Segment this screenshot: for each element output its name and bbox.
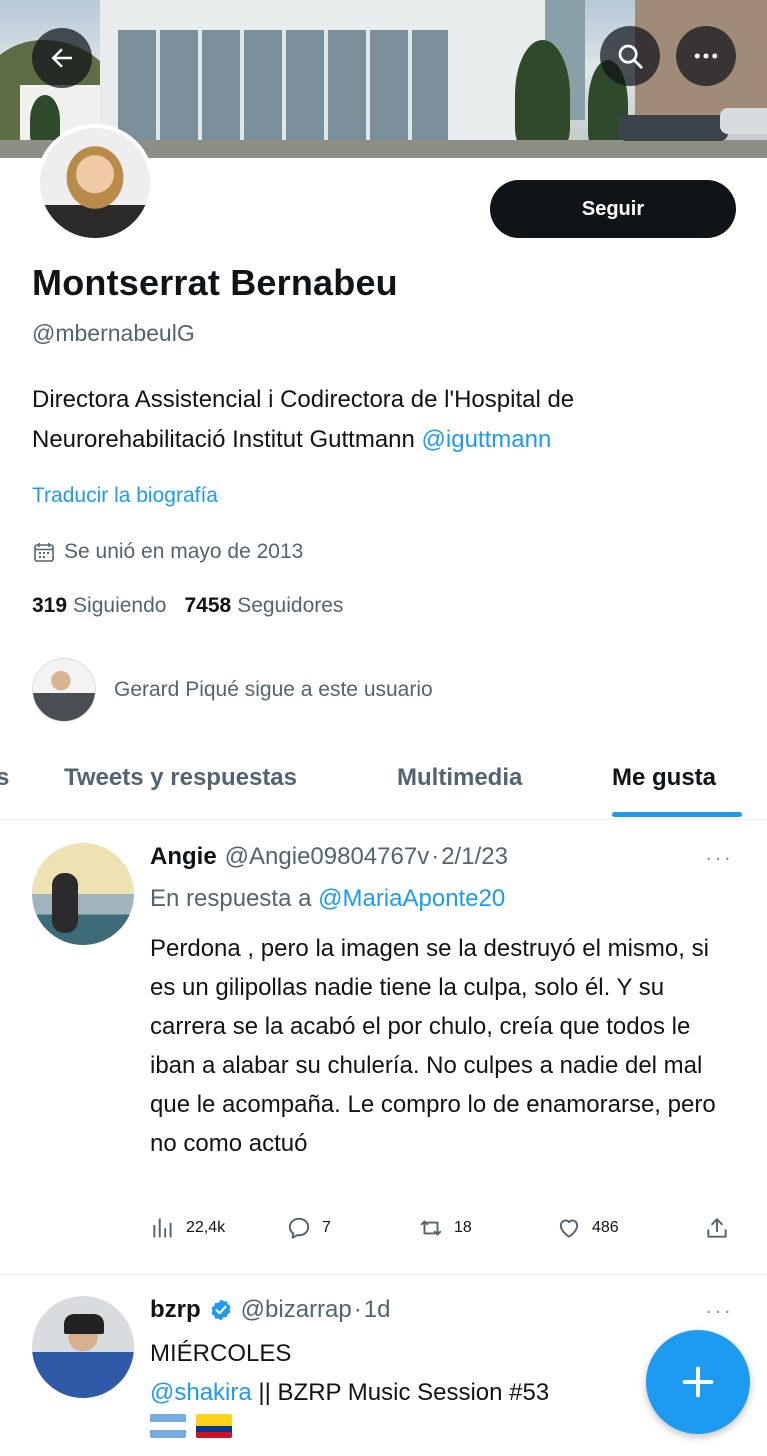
compose-tweet-button[interactable] bbox=[646, 1330, 750, 1434]
tweet-line-text: || BZRP Music Session #53 bbox=[251, 1379, 550, 1406]
views-count: 22,4k bbox=[186, 1219, 226, 1236]
followed-by-row[interactable]: Gerard Piqué sigue a este usuario bbox=[32, 658, 433, 722]
replies-count: 7 bbox=[322, 1219, 331, 1236]
profile-avatar-image bbox=[40, 128, 150, 238]
profile-name: Montserrat Bernabeu bbox=[32, 262, 398, 303]
tweet-mention-link[interactable]: @shakira bbox=[150, 1379, 252, 1406]
reply-context: En respuesta a @MariaAponte20 bbox=[150, 885, 505, 913]
tweet-dot: · bbox=[353, 1296, 362, 1323]
tweet-text: Perdona , pero la imagen se la destruyó … bbox=[150, 935, 716, 1157]
banner-car bbox=[618, 115, 728, 141]
banner-glass-facade bbox=[118, 30, 448, 148]
followers-count: 7458 bbox=[184, 594, 232, 617]
followers-link[interactable]: 7458 Seguidores bbox=[184, 594, 343, 618]
tweet-date[interactable]: 2/1/23 bbox=[441, 843, 508, 871]
reply-button[interactable]: 7 bbox=[286, 1215, 331, 1241]
flag-emojis bbox=[150, 1414, 232, 1438]
translate-bio-link[interactable]: Traducir la biografía bbox=[32, 484, 218, 508]
back-button[interactable] bbox=[32, 28, 92, 88]
heart-icon bbox=[559, 1219, 579, 1238]
followers-label: Seguidores bbox=[237, 594, 344, 617]
tweet-item[interactable]: Angie @Angie09804767v · 2/1/23 ··· En resp… bbox=[0, 821, 767, 1275]
share-icon bbox=[707, 1218, 727, 1238]
colombia-flag-icon bbox=[196, 1414, 232, 1438]
retweets-count: 18 bbox=[454, 1219, 472, 1236]
retweet-icon bbox=[420, 1220, 442, 1236]
banner-tree bbox=[515, 40, 570, 150]
tweet-display-name[interactable]: bzrp bbox=[150, 1296, 201, 1324]
active-tab-indicator bbox=[612, 812, 742, 817]
arrow-left-icon bbox=[51, 48, 72, 68]
profile-tabs: s Tweets y respuestas Multimedia Me gust… bbox=[0, 740, 767, 820]
banner-car bbox=[720, 108, 767, 134]
tab-likes[interactable]: Me gusta bbox=[612, 764, 716, 792]
more-icon bbox=[694, 53, 718, 59]
search-icon bbox=[618, 44, 643, 69]
like-button[interactable]: 486 bbox=[556, 1215, 619, 1241]
analytics-icon bbox=[153, 1218, 172, 1238]
reply-mention-link[interactable]: @MariaAponte20 bbox=[318, 885, 505, 912]
reply-prefix: En respuesta a bbox=[150, 885, 312, 912]
follower-avatar bbox=[32, 658, 96, 722]
follow-stats: 319 Siguiendo 7458 Seguidores bbox=[32, 594, 343, 618]
tweet-dot: · bbox=[431, 843, 440, 870]
tweet-more-button[interactable]: ··· bbox=[705, 845, 733, 871]
calendar-icon bbox=[34, 543, 54, 562]
tweet-header: Angie @Angie09804767v · 2/1/23 bbox=[150, 843, 508, 871]
profile-avatar[interactable] bbox=[36, 124, 154, 242]
tweet-more-button[interactable]: ··· bbox=[705, 1298, 733, 1324]
followed-by-text: Gerard Piqué sigue a este usuario bbox=[114, 678, 433, 701]
argentina-flag-icon bbox=[150, 1414, 186, 1438]
tweet-date[interactable]: 1d bbox=[364, 1296, 391, 1324]
tweet-display-name[interactable]: Angie bbox=[150, 843, 217, 871]
retweet-button[interactable]: 18 bbox=[418, 1215, 472, 1241]
tab-tweets[interactable]: s bbox=[0, 764, 9, 792]
verified-badge-icon bbox=[211, 1299, 231, 1321]
tweet-handle[interactable]: @bizarrap bbox=[241, 1296, 352, 1324]
share-button[interactable] bbox=[704, 1215, 730, 1241]
bio-mention-link[interactable]: @iguttmann bbox=[422, 426, 552, 453]
tweet-handle[interactable]: @Angie09804767v bbox=[225, 843, 430, 871]
tweet-author-avatar[interactable] bbox=[32, 843, 134, 945]
following-count: 319 bbox=[32, 594, 68, 617]
profile-handle: @mbernabeulG bbox=[32, 320, 195, 346]
joined-date: Se unió en mayo de 2013 bbox=[32, 540, 303, 564]
following-label: Siguiendo bbox=[73, 594, 167, 617]
more-button[interactable] bbox=[676, 26, 736, 86]
reply-icon bbox=[288, 1217, 310, 1239]
plus-icon bbox=[682, 1366, 714, 1398]
likes-count: 486 bbox=[592, 1219, 619, 1236]
tweet-author-avatar[interactable] bbox=[32, 1296, 134, 1398]
tab-media[interactable]: Multimedia bbox=[397, 764, 522, 792]
views-stat[interactable]: 22,4k bbox=[150, 1215, 225, 1241]
search-button[interactable] bbox=[600, 26, 660, 86]
follow-button[interactable]: Seguir bbox=[490, 180, 736, 238]
profile-bio: Directora Assistencial i Codirectora de … bbox=[32, 380, 742, 460]
tab-tweets-replies[interactable]: Tweets y respuestas bbox=[64, 764, 297, 792]
following-link[interactable]: 319 Siguiendo bbox=[32, 594, 166, 618]
tweet-header: bzrp @bizarrap · 1d bbox=[150, 1296, 390, 1324]
joined-text: Se unió en mayo de 2013 bbox=[64, 540, 304, 563]
